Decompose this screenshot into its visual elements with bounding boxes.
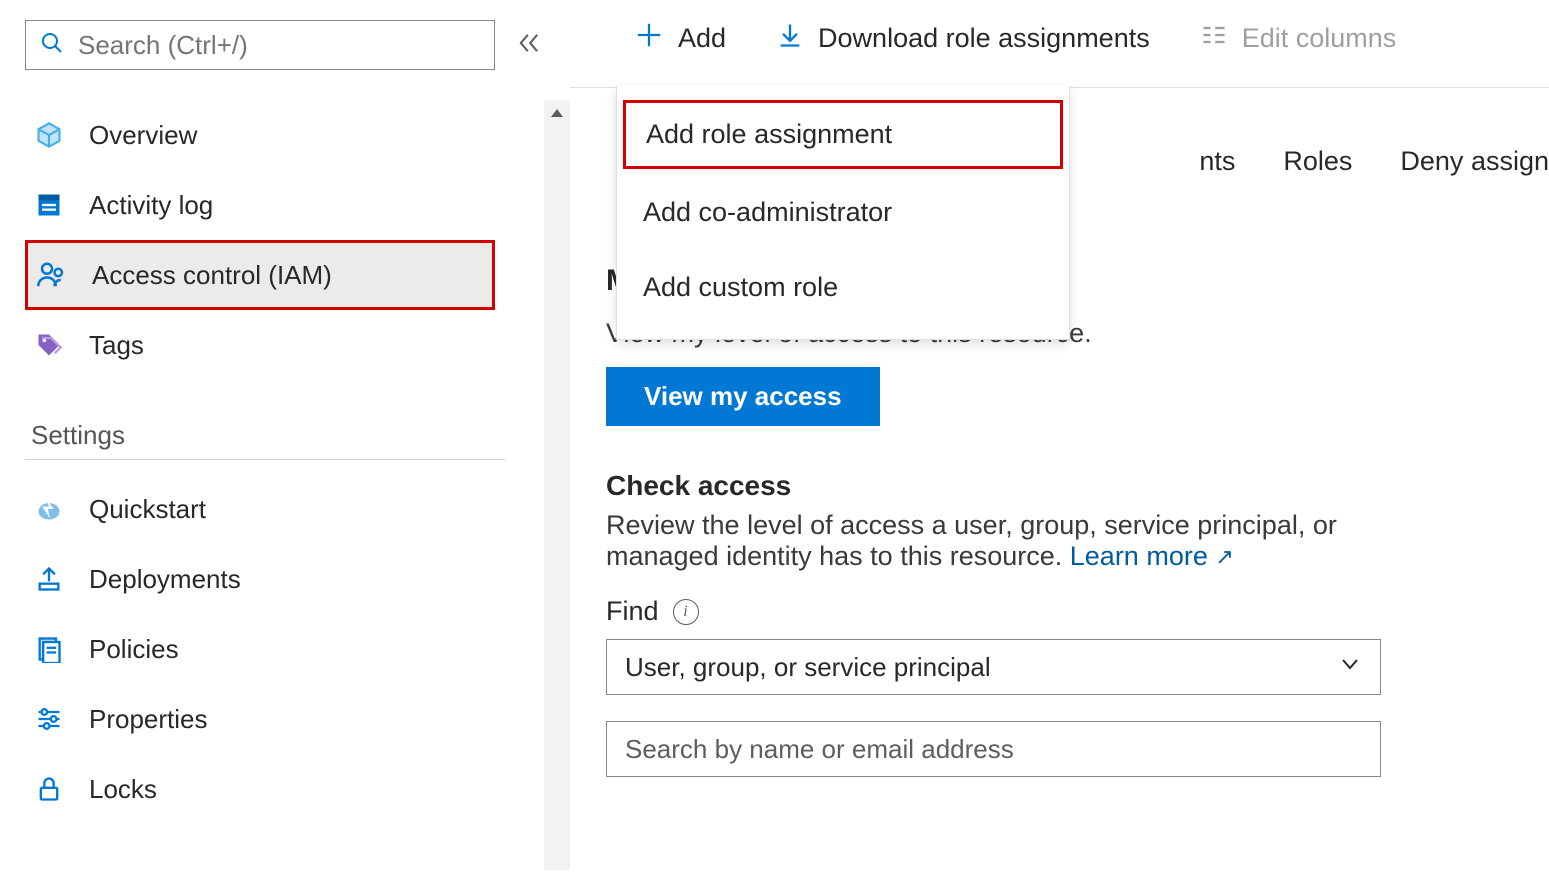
sidebar-nav: Overview Activity log Access control (IA… bbox=[25, 100, 570, 824]
tab-roles[interactable]: Roles bbox=[1283, 146, 1352, 177]
sidebar-item-label: Policies bbox=[89, 634, 179, 665]
lock-icon bbox=[33, 775, 65, 803]
sidebar-item-properties[interactable]: Properties bbox=[25, 684, 530, 754]
external-link-icon: ↗ bbox=[1215, 544, 1233, 569]
sliders-icon bbox=[33, 705, 65, 733]
check-access-heading: Check access bbox=[606, 470, 1549, 502]
sidebar-item-label: Access control (IAM) bbox=[92, 260, 332, 291]
main-pane: Add Download role assignments Edit colum… bbox=[570, 0, 1549, 894]
sidebar-divider bbox=[25, 459, 505, 460]
add-dropdown-menu: Add role assignment Add co-administrator… bbox=[616, 86, 1070, 340]
people-icon bbox=[36, 260, 68, 290]
edit-columns-label: Edit columns bbox=[1242, 23, 1397, 54]
search-icon bbox=[40, 31, 64, 60]
find-label: Find bbox=[606, 596, 659, 627]
menu-item-add-custom-role[interactable]: Add custom role bbox=[617, 250, 1069, 325]
sidebar-item-label: Activity log bbox=[89, 190, 213, 221]
log-icon bbox=[33, 191, 65, 219]
sidebar-search-input[interactable] bbox=[76, 29, 480, 62]
sidebar-item-policies[interactable]: Policies bbox=[25, 614, 530, 684]
download-icon bbox=[776, 21, 804, 56]
tab-deny-assignments-partial[interactable]: Deny assign bbox=[1400, 146, 1549, 177]
find-type-select[interactable]: User, group, or service principal bbox=[606, 639, 1381, 695]
sidebar-item-label: Locks bbox=[89, 774, 157, 805]
tabs-partial: nts Roles Deny assign bbox=[1199, 130, 1549, 199]
sidebar-item-deployments[interactable]: Deployments bbox=[25, 544, 530, 614]
cube-icon bbox=[33, 121, 65, 149]
scroll-up-icon[interactable] bbox=[544, 100, 570, 126]
menu-item-add-role-assignment[interactable]: Add role assignment bbox=[623, 100, 1063, 169]
check-access-description: Review the level of access a user, group… bbox=[606, 510, 1396, 572]
collapse-sidebar-button[interactable] bbox=[515, 29, 543, 62]
learn-more-link[interactable]: Learn more ↗ bbox=[1070, 541, 1234, 571]
view-my-access-button[interactable]: View my access bbox=[606, 367, 880, 426]
sidebar: Overview Activity log Access control (IA… bbox=[0, 0, 570, 894]
policies-icon bbox=[33, 635, 65, 663]
add-button[interactable]: Add bbox=[634, 20, 726, 57]
plus-icon bbox=[634, 20, 664, 57]
menu-item-add-co-administrator[interactable]: Add co-administrator bbox=[617, 175, 1069, 250]
download-role-assignments-button[interactable]: Download role assignments bbox=[776, 21, 1150, 56]
sidebar-item-activity-log[interactable]: Activity log bbox=[25, 170, 530, 240]
sidebar-item-label: Properties bbox=[89, 704, 208, 735]
sidebar-scrollbar[interactable] bbox=[544, 100, 570, 870]
find-search-placeholder: Search by name or email address bbox=[625, 734, 1014, 765]
edit-columns-button[interactable]: Edit columns bbox=[1200, 21, 1397, 56]
info-icon[interactable]: i bbox=[673, 599, 699, 625]
quickstart-icon bbox=[33, 495, 65, 523]
find-search-input[interactable]: Search by name or email address bbox=[606, 721, 1381, 777]
sidebar-item-locks[interactable]: Locks bbox=[25, 754, 530, 824]
upload-icon bbox=[33, 565, 65, 593]
sidebar-item-label: Deployments bbox=[89, 564, 241, 595]
sidebar-item-quickstart[interactable]: Quickstart bbox=[25, 474, 530, 544]
sidebar-search[interactable] bbox=[25, 20, 495, 70]
sidebar-item-overview[interactable]: Overview bbox=[25, 100, 530, 170]
tab-role-assignments-partial[interactable]: nts bbox=[1199, 146, 1235, 177]
find-type-value: User, group, or service principal bbox=[625, 652, 991, 683]
chevron-down-icon bbox=[1338, 652, 1362, 683]
sidebar-item-label: Overview bbox=[89, 120, 197, 151]
sidebar-item-label: Quickstart bbox=[89, 494, 206, 525]
command-bar: Add Download role assignments Edit colum… bbox=[570, 20, 1549, 88]
download-button-label: Download role assignments bbox=[818, 23, 1150, 54]
sidebar-section-heading: Settings bbox=[31, 420, 530, 451]
sidebar-item-tags[interactable]: Tags bbox=[25, 310, 530, 380]
sidebar-item-access-control[interactable]: Access control (IAM) bbox=[25, 240, 495, 310]
add-button-label: Add bbox=[678, 23, 726, 54]
columns-icon bbox=[1200, 21, 1228, 56]
sidebar-item-label: Tags bbox=[89, 330, 144, 361]
tags-icon bbox=[33, 331, 65, 359]
